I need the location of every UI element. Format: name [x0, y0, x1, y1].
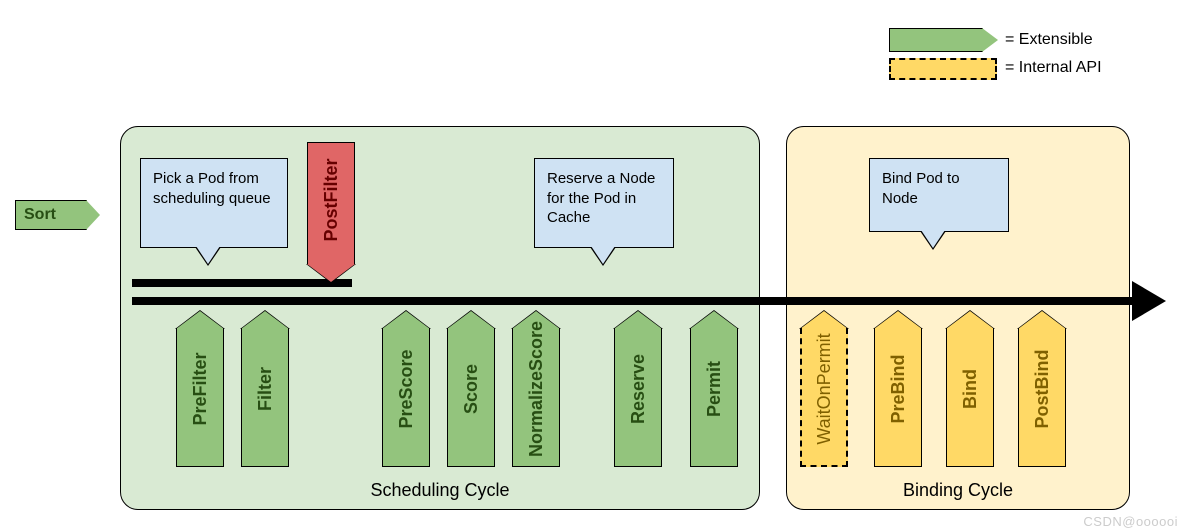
ext-permit: Permit — [690, 311, 738, 467]
ext-postfilter: PostFilter — [307, 142, 355, 282]
scheduling-cycle-label: Scheduling Cycle — [121, 480, 759, 501]
sort-step-head — [86, 200, 100, 230]
legend-extensible-arrow-head — [982, 28, 998, 52]
ext-postfilter-label: PostFilter — [261, 176, 401, 224]
tooltip-reserve-tail — [591, 246, 615, 264]
legend-internal-box — [889, 58, 997, 80]
tooltip-pick-tail — [196, 246, 220, 264]
ext-filter-label: Filter — [187, 365, 343, 413]
ext-postbind-label: PostBind — [964, 365, 1120, 413]
sort-label: Sort — [24, 206, 56, 224]
tooltip-reserve: Reserve a Node for the Pod in Cache — [534, 158, 674, 248]
sort-step: Sort — [15, 200, 87, 230]
legend-extensible-arrow — [889, 28, 983, 52]
legend-internal-label: = Internal API — [1005, 59, 1102, 77]
ext-normalize-score: NormalizeScore — [512, 311, 560, 467]
tooltip-bind-text: Bind Pod to Node — [882, 170, 960, 207]
legend-extensible-label: = Extensible — [1005, 31, 1093, 49]
tooltip-reserve-text: Reserve a Node for the Pod in Cache — [547, 170, 655, 226]
flow-arrow-head — [1132, 281, 1166, 321]
tooltip-pick-text: Pick a Pod from scheduling queue — [153, 170, 271, 207]
tooltip-bind: Bind Pod to Node — [869, 158, 1009, 232]
diagram: = Extensible = Internal API Scheduling C… — [0, 0, 1184, 531]
ext-postbind: PostBind — [1018, 311, 1066, 467]
tooltip-bind-tail — [921, 230, 945, 248]
binding-cycle-label: Binding Cycle — [787, 480, 1129, 501]
ext-filter: Filter — [241, 311, 289, 467]
flow-line — [132, 297, 1134, 305]
watermark: CSDN@oooooi — [1083, 514, 1178, 529]
